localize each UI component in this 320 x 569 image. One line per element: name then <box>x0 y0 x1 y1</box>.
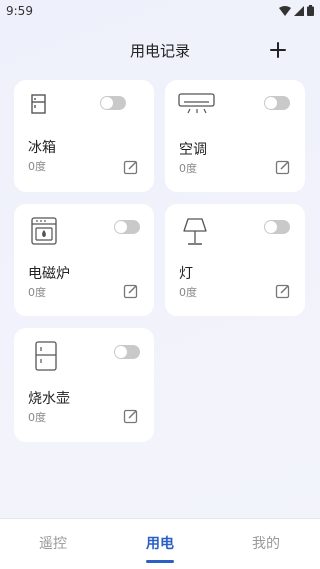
bottom-tab-bar: 遥控 用电 我的 <box>0 518 320 569</box>
edit-icon[interactable] <box>123 159 139 175</box>
device-usage: 0度 <box>28 160 46 173</box>
power-toggle[interactable] <box>264 220 290 234</box>
lamp-icon <box>183 218 207 245</box>
status-bar: 9:59 <box>0 0 320 24</box>
air-conditioner-icon <box>178 93 215 114</box>
induction-cooker-icon <box>31 217 57 245</box>
device-usage: 0度 <box>28 411 46 424</box>
edit-icon[interactable] <box>123 408 139 424</box>
device-usage: 0度 <box>179 162 197 175</box>
tab-mine[interactable]: 我的 <box>236 533 296 553</box>
power-toggle[interactable] <box>100 96 126 110</box>
device-card-air-conditioner[interactable]: 空调 0度 <box>165 80 305 192</box>
tab-indicator <box>146 560 174 563</box>
device-usage: 0度 <box>179 286 197 299</box>
edit-icon[interactable] <box>123 283 139 299</box>
device-name: 空调 <box>179 142 207 158</box>
battery-icon <box>307 5 314 16</box>
device-usage: 0度 <box>28 286 46 299</box>
device-name: 电磁炉 <box>28 266 70 282</box>
tab-power[interactable]: 用电 <box>130 533 190 553</box>
device-name: 冰箱 <box>28 140 56 156</box>
device-name: 烧水壶 <box>28 391 70 407</box>
power-toggle[interactable] <box>114 220 140 234</box>
edit-icon[interactable] <box>275 159 291 175</box>
wifi-icon <box>279 5 291 16</box>
edit-icon[interactable] <box>275 283 291 299</box>
device-card-fridge[interactable]: 冰箱 0度 <box>14 80 154 192</box>
power-toggle[interactable] <box>264 96 290 110</box>
device-name: 灯 <box>179 266 193 282</box>
device-card-induction-cooker[interactable]: 电磁炉 0度 <box>14 204 154 316</box>
signal-icon <box>294 5 304 16</box>
device-card-lamp[interactable]: 灯 0度 <box>165 204 305 316</box>
add-button[interactable] <box>268 40 288 60</box>
plus-icon <box>270 42 286 58</box>
status-time: 9:59 <box>6 4 33 18</box>
kettle-icon <box>35 341 57 371</box>
tab-remote[interactable]: 遥控 <box>23 533 83 553</box>
power-toggle[interactable] <box>114 345 140 359</box>
fridge-icon <box>31 94 46 114</box>
device-card-kettle[interactable]: 烧水壶 0度 <box>14 328 154 442</box>
status-icons <box>279 5 314 16</box>
